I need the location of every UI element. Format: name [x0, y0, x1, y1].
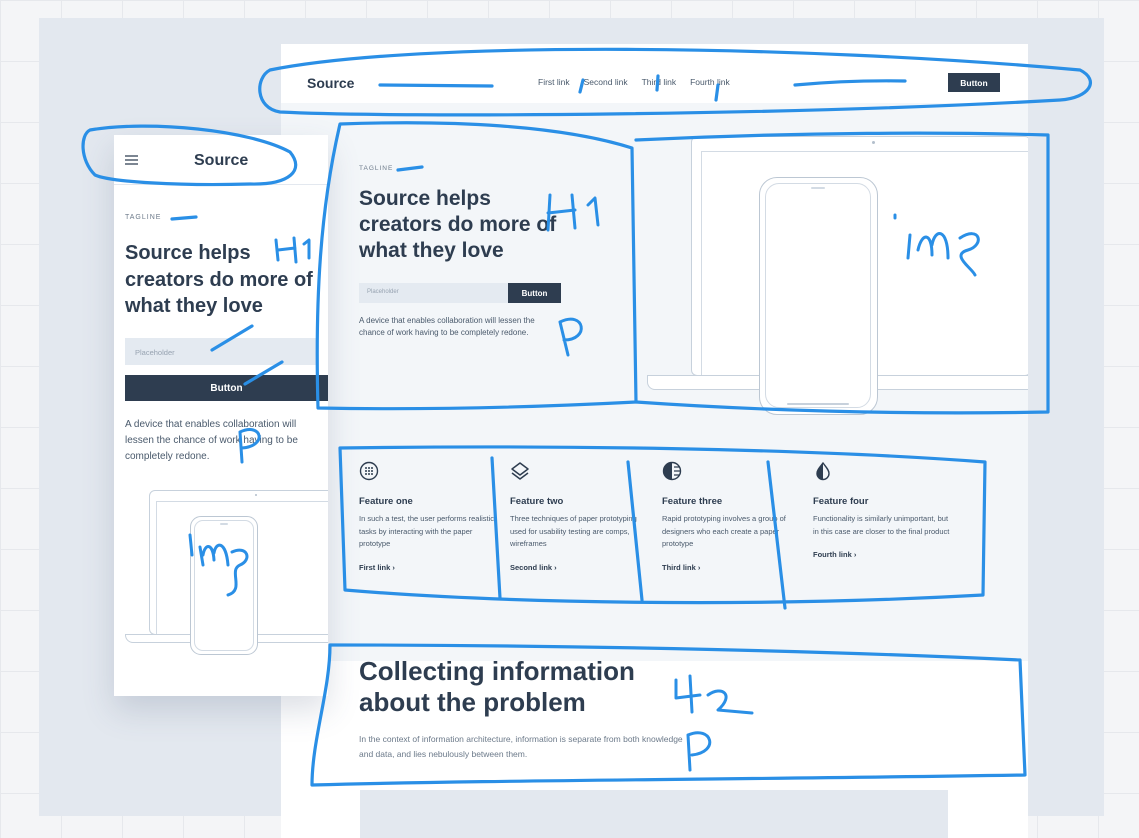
content-placeholder-block — [360, 790, 948, 838]
mobile-submit-button[interactable]: Button — [125, 375, 328, 401]
feature-text: Functionality is similarly unimportant, … — [813, 514, 950, 536]
layers-icon — [511, 462, 529, 480]
feature-title: Feature three — [662, 496, 723, 507]
phone-notch — [811, 187, 825, 189]
section-paragraph: In the context of information architectu… — [359, 734, 683, 759]
feature-one: Feature one In such a test, the user per… — [359, 461, 499, 572]
phone-illustration — [759, 177, 878, 415]
feature-two: Feature two Three techniques of paper pr… — [510, 461, 650, 572]
feature-three: Feature three Rapid prototyping involves… — [662, 461, 802, 572]
hero-heading: Source helps creators do more of what th… — [359, 187, 557, 262]
mobile-logo[interactable]: Source — [194, 152, 248, 170]
half-drop-icon — [816, 461, 830, 481]
phone-screen — [194, 520, 254, 651]
desktop-nav-links: First link Second link Third link Fourth… — [538, 77, 744, 87]
mobile-frame: Source TAGLINE Source helps creators do … — [114, 135, 328, 696]
hero-paragraph: A device that enables collaboration will… — [359, 316, 535, 337]
feature-four: Feature four Functionality is similarly … — [813, 461, 953, 559]
grid-dots-icon — [359, 461, 379, 481]
feature-title: Feature one — [359, 496, 413, 507]
feature-text: Three techniques of paper prototyping us… — [510, 514, 637, 548]
mobile-header: Source — [114, 135, 328, 185]
half-circle-lines-icon — [662, 461, 682, 481]
feature-link[interactable]: Third link › — [662, 563, 802, 572]
nav-button[interactable]: Button — [948, 73, 1000, 92]
feature-title: Feature two — [510, 496, 564, 507]
feature-text: Rapid prototyping involves a group of de… — [662, 514, 786, 548]
phone-notch — [220, 523, 228, 525]
desktop-frame: Source First link Second link Third link… — [281, 44, 1028, 838]
hero-email-input[interactable]: Placeholder — [359, 283, 508, 303]
nav-link-fourth[interactable]: Fourth link — [690, 77, 730, 87]
desktop-logo[interactable]: Source — [307, 75, 354, 91]
desktop-navbar: Source First link Second link Third link… — [281, 63, 1028, 103]
phone-screen — [765, 183, 871, 408]
nav-link-second[interactable]: Second link — [584, 77, 628, 87]
nav-link-third[interactable]: Third link — [642, 77, 676, 87]
feature-link[interactable]: First link › — [359, 563, 499, 572]
laptop-camera — [872, 141, 875, 144]
hero-submit-button[interactable]: Button — [508, 283, 561, 303]
phone-home-bar — [787, 403, 849, 405]
feature-title: Feature four — [813, 496, 869, 507]
mobile-paragraph: A device that enables collaboration will… — [125, 419, 298, 462]
feature-link[interactable]: Fourth link › — [813, 550, 953, 559]
feature-link[interactable]: Second link › — [510, 563, 650, 572]
laptop-camera — [255, 494, 257, 496]
feature-text: In such a test, the user performs realis… — [359, 514, 495, 548]
mobile-heading: Source helps creators do more of what th… — [125, 242, 313, 317]
nav-link-first[interactable]: First link — [538, 77, 570, 87]
section-heading: Collecting information about the problem — [359, 656, 635, 717]
hero-tagline: TAGLINE — [359, 165, 394, 172]
mobile-tagline: TAGLINE — [125, 214, 162, 221]
hamburger-menu-icon[interactable] — [125, 155, 138, 165]
mobile-phone-illustration — [190, 516, 258, 655]
mobile-email-input[interactable]: Placeholder — [125, 338, 317, 365]
